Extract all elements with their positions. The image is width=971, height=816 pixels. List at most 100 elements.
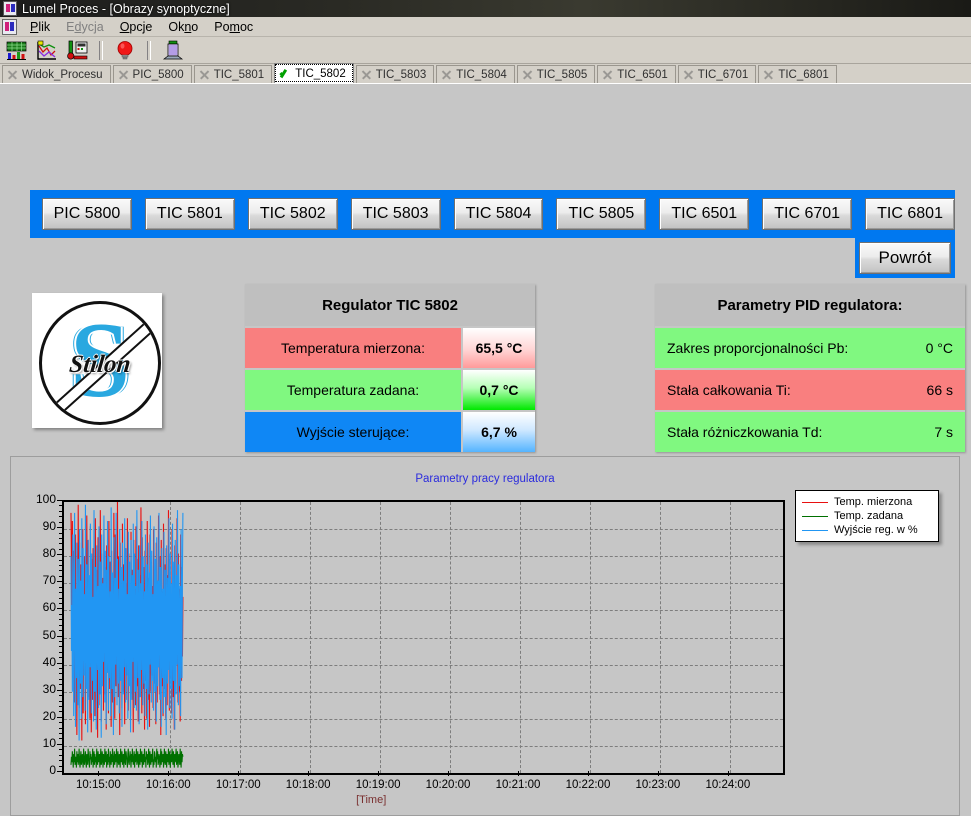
nav-button-tic-6801[interactable]: TIC 6801 <box>865 198 955 230</box>
y-axis-minor-tick <box>59 766 62 767</box>
y-axis-minor-tick <box>59 554 62 555</box>
y-axis-minor-tick <box>59 592 62 593</box>
row-label-wyjscie-sterujace: Wyjście sterujące: <box>245 412 461 452</box>
alarm-lamp-icon[interactable] <box>113 39 137 62</box>
nav-button-tic-5803[interactable]: TIC 5803 <box>351 198 441 230</box>
navigation-panel: PIC 5800 TIC 5801 TIC 5802 TIC 5803 TIC … <box>30 190 955 238</box>
table-row: Stała całkowania Ti: 66 s <box>655 370 965 410</box>
toolbar-separator-2 <box>147 41 151 60</box>
y-axis-minor-tick <box>59 717 62 718</box>
device-view-icon[interactable] <box>65 39 89 62</box>
printer-icon[interactable] <box>161 39 185 62</box>
y-axis-minor-tick <box>59 619 62 620</box>
y-axis-minor-tick <box>59 538 62 539</box>
menu-opcje[interactable]: Opcje <box>113 18 160 36</box>
y-axis-minor-tick <box>59 646 62 647</box>
pid-parameters-table: Parametry PID regulatora: Zakres proporc… <box>655 284 965 452</box>
legend-swatch-temp-zadana <box>802 516 828 517</box>
y-axis-minor-tick <box>59 581 62 582</box>
row-value-temperatura-zadana: 0,7 °C <box>463 370 535 410</box>
legend-item: Temp. mierzona <box>802 496 932 508</box>
nav-button-pic-5800[interactable]: PIC 5800 <box>42 198 132 230</box>
y-axis-minor-tick <box>59 690 62 691</box>
nav-button-tic-6501[interactable]: TIC 6501 <box>659 198 749 230</box>
y-axis-tick-label: 70 <box>16 573 56 587</box>
row-value-stala-td: 7 s <box>934 424 953 440</box>
tab-label: TIC_6501 <box>617 69 668 81</box>
menu-pomoc[interactable]: Pomoc <box>207 18 260 36</box>
y-axis-minor-tick <box>59 630 62 631</box>
toolbar <box>0 37 971 64</box>
table-row: Zakres proporcjonalności Pb: 0 °C <box>655 328 965 368</box>
y-axis-minor-tick <box>59 701 62 702</box>
y-axis-minor-tick <box>59 733 62 734</box>
back-button[interactable]: Powrót <box>859 242 951 274</box>
y-axis-minor-tick <box>59 771 62 772</box>
plot-area <box>62 500 785 775</box>
nav-button-tic-5805[interactable]: TIC 5805 <box>556 198 646 230</box>
y-axis-minor-tick <box>59 673 62 674</box>
y-axis-tick-label: 10 <box>16 736 56 750</box>
y-axis-minor-tick <box>59 760 62 761</box>
window-title: Lumel Proces - [Obrazy synoptyczne] <box>22 2 230 16</box>
tab-label: TIC_5803 <box>376 69 427 81</box>
tab-tic-5803[interactable]: TIC_5803 <box>356 65 435 83</box>
x-axis-tick-label: 10:21:00 <box>496 779 541 791</box>
close-icon[interactable] <box>441 69 452 80</box>
x-axis-tick-label: 10:20:00 <box>426 779 471 791</box>
close-icon[interactable] <box>361 69 372 80</box>
nav-button-tic-6701[interactable]: TIC 6701 <box>762 198 852 230</box>
table-row: Wyjście sterujące: 6,7 % <box>245 412 535 452</box>
legend-swatch-temp-mierzona <box>802 502 828 503</box>
y-axis-minor-tick <box>59 608 62 609</box>
chart-legend: Temp. mierzona Temp. zadana Wyjście reg.… <box>795 490 939 542</box>
back-button-panel: Powrót <box>855 238 955 278</box>
row-label-stala-ti: Stała całkowania Ti: <box>667 382 791 398</box>
x-axis-tick <box>378 771 379 776</box>
window-title-bar: Lumel Proces - [Obrazy synoptyczne] <box>0 0 971 17</box>
close-icon[interactable] <box>522 69 533 80</box>
x-axis-tick <box>588 771 589 776</box>
tab-label: TIC_6801 <box>778 69 829 81</box>
y-axis-minor-tick <box>59 505 62 506</box>
close-icon[interactable] <box>118 69 129 80</box>
company-logo: S Stilon <box>32 293 162 428</box>
tab-tic-5802[interactable]: TIC_5802 <box>274 63 354 83</box>
y-axis-minor-tick <box>59 565 62 566</box>
row-value-wyjscie-sterujace: 6,7 % <box>463 412 535 452</box>
legend-label: Temp. mierzona <box>834 496 912 508</box>
y-axis-minor-tick <box>59 500 62 501</box>
close-icon[interactable] <box>683 69 694 80</box>
tab-widok-procesu[interactable]: Widok_Procesu <box>2 65 111 83</box>
tab-label: PIC_5800 <box>133 69 184 81</box>
menu-plik[interactable]: Plik <box>23 18 57 36</box>
table-view-icon[interactable] <box>5 39 29 62</box>
row-value-zakres-pb: 0 °C <box>926 340 953 356</box>
y-axis-minor-tick <box>59 657 62 658</box>
row-value-temperatura-mierzona: 65,5 °C <box>463 328 535 368</box>
close-icon[interactable] <box>7 69 18 80</box>
y-axis-minor-tick <box>59 603 62 604</box>
close-icon[interactable] <box>199 69 210 80</box>
nav-button-tic-5804[interactable]: TIC 5804 <box>454 198 544 230</box>
row-label-temperatura-mierzona: Temperatura mierzona: <box>245 328 461 368</box>
chart-series-2 <box>71 749 183 768</box>
close-icon[interactable] <box>763 69 774 80</box>
tab-tic-5804[interactable]: TIC_5804 <box>436 65 515 83</box>
y-axis-minor-tick <box>59 695 62 696</box>
nav-button-tic-5801[interactable]: TIC 5801 <box>145 198 235 230</box>
tab-tic-6701[interactable]: TIC_6701 <box>678 65 757 83</box>
table-row: Stała różniczkowania Td: 7 s <box>655 412 965 452</box>
y-axis-minor-tick <box>59 749 62 750</box>
tab-tic-5801[interactable]: TIC_5801 <box>194 65 273 83</box>
close-icon[interactable] <box>602 69 613 80</box>
chart-view-icon[interactable] <box>35 39 59 62</box>
y-axis-tick-label: 0 <box>16 763 56 777</box>
nav-button-tic-5802[interactable]: TIC 5802 <box>248 198 338 230</box>
tab-tic-6801[interactable]: TIC_6801 <box>758 65 837 83</box>
tab-tic-5805[interactable]: TIC_5805 <box>517 65 596 83</box>
menu-edycja[interactable]: Edycja <box>59 18 111 36</box>
tab-tic-6501[interactable]: TIC_6501 <box>597 65 676 83</box>
tab-pic-5800[interactable]: PIC_5800 <box>113 65 192 83</box>
menu-okno[interactable]: Okno <box>161 18 205 36</box>
